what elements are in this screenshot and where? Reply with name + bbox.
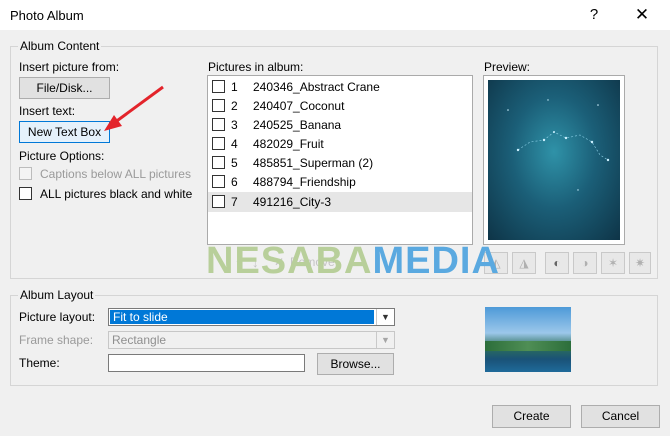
browse-button[interactable]: Browse... <box>317 353 394 375</box>
cancel-button-label: Cancel <box>601 409 640 423</box>
list-item-selected[interactable]: 7 491216_City-3 <box>208 192 472 212</box>
picture-checkbox[interactable] <box>212 80 225 93</box>
picture-checkbox[interactable] <box>212 195 225 208</box>
picture-checkbox[interactable] <box>212 137 225 150</box>
picture-number: 2 <box>231 99 238 113</box>
cancel-button[interactable]: Cancel <box>581 405 660 428</box>
black-white-label: ALL pictures black and white <box>40 187 193 201</box>
list-item[interactable]: 1 240346_Abstract Crane <box>208 77 472 97</box>
frame-shape-label: Frame shape: <box>19 333 94 347</box>
frame-shape-value: Rectangle <box>112 333 167 347</box>
watermark-part2: MEDIA <box>372 240 500 282</box>
picture-checkbox[interactable] <box>212 99 225 112</box>
file-disk-button-label: File/Disk... <box>36 81 93 95</box>
insert-text-label: Insert text: <box>19 104 76 118</box>
picture-name: 482029_Fruit <box>253 137 324 151</box>
brightness-up-icon[interactable]: ✶ <box>601 252 625 274</box>
frame-shape-select[interactable]: Rectangle ▼ <box>108 331 395 349</box>
picture-name: 240407_Coconut <box>253 99 345 113</box>
rotate-right-icon[interactable]: ◮ <box>512 252 536 274</box>
picture-layout-value: Fit to slide <box>110 310 374 324</box>
black-white-checkbox[interactable] <box>19 187 32 200</box>
layout-thumbnail <box>485 307 571 372</box>
picture-checkbox[interactable] <box>212 175 225 188</box>
theme-input[interactable] <box>108 354 305 372</box>
picture-layout-label: Picture layout: <box>19 310 96 324</box>
watermark-part1: NESABA <box>206 240 373 282</box>
pictures-list[interactable]: 1 240346_Abstract Crane 2 240407_Coconut… <box>207 75 473 245</box>
picture-name: 485851_Superman (2) <box>253 156 374 170</box>
preview-label: Preview: <box>484 60 531 74</box>
close-button[interactable]: ✕ <box>631 4 653 26</box>
window-title: Photo Album <box>10 8 84 23</box>
chevron-down-icon[interactable]: ▼ <box>376 309 394 325</box>
list-item[interactable]: 2 240407_Coconut <box>208 96 472 116</box>
list-item[interactable]: 4 482029_Fruit <box>208 134 472 154</box>
picture-number: 4 <box>231 137 238 151</box>
picture-options-label: Picture Options: <box>19 149 105 163</box>
new-text-box-button-label: New Text Box <box>27 125 102 139</box>
picture-number: 1 <box>231 80 238 94</box>
album-content-title: Album Content <box>18 39 102 53</box>
captions-checkbox[interactable] <box>19 167 32 180</box>
create-button-label: Create <box>513 409 550 423</box>
list-item[interactable]: 6 488794_Friendship <box>208 172 472 192</box>
picture-name: 240346_Abstract Crane <box>253 80 380 94</box>
captions-label: Captions below ALL pictures <box>40 167 191 181</box>
browse-button-label: Browse... <box>330 357 381 371</box>
picture-name: 491216_City-3 <box>253 195 332 209</box>
picture-number: 6 <box>231 175 238 189</box>
picture-name: 488794_Friendship <box>253 175 356 189</box>
create-button[interactable]: Create <box>492 405 571 428</box>
album-layout-title: Album Layout <box>18 288 96 302</box>
list-item[interactable]: 5 485851_Superman (2) <box>208 153 472 173</box>
help-button[interactable]: ? <box>583 4 605 26</box>
picture-layout-select[interactable]: Fit to slide ▼ <box>108 308 395 326</box>
brightness-down-icon[interactable]: ✷ <box>629 252 651 274</box>
new-text-box-button[interactable]: New Text Box <box>19 121 110 143</box>
preview-image <box>488 80 620 240</box>
constellation-graphic <box>507 99 610 191</box>
chevron-down-icon[interactable]: ▼ <box>376 332 394 348</box>
title-bar: Photo Album ? ✕ <box>0 0 670 30</box>
picture-number: 7 <box>231 195 238 209</box>
picture-number: 3 <box>231 118 238 132</box>
list-item[interactable]: 3 240525_Banana <box>208 115 472 135</box>
insert-picture-from-label: Insert picture from: <box>19 60 120 74</box>
watermark: NESABAMEDIA <box>206 240 500 283</box>
preview-pane <box>483 75 625 245</box>
picture-checkbox[interactable] <box>212 118 225 131</box>
pictures-in-album-label: Pictures in album: <box>208 60 304 74</box>
contrast-up-icon[interactable]: ◐ <box>545 252 569 274</box>
theme-label: Theme: <box>19 356 60 370</box>
picture-number: 5 <box>231 156 238 170</box>
picture-name: 240525_Banana <box>253 118 342 132</box>
contrast-down-icon[interactable]: ◑ <box>573 252 597 274</box>
file-disk-button[interactable]: File/Disk... <box>19 77 110 99</box>
picture-checkbox[interactable] <box>212 156 225 169</box>
